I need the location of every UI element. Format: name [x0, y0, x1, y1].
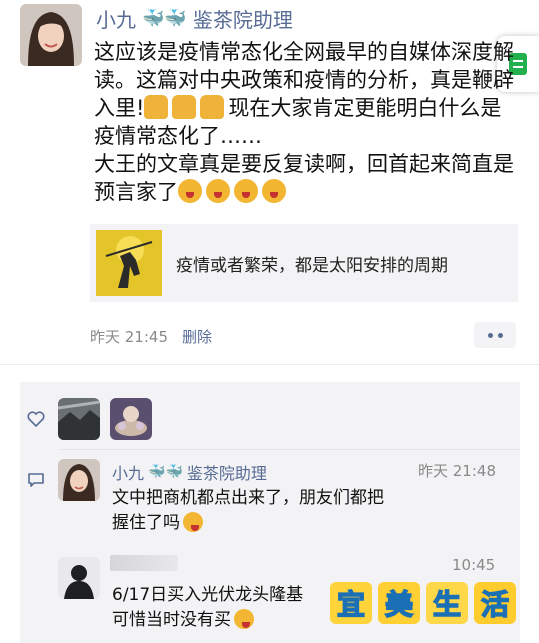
comment-author-redacted — [110, 555, 178, 571]
post-time: 昨天 21:45 — [90, 328, 168, 346]
crying-face-icon — [234, 609, 254, 629]
thumbs-up-icon — [200, 95, 225, 119]
like-avatar[interactable] — [110, 398, 152, 440]
watermark-char: 美 — [378, 582, 420, 624]
post-author-avatar[interactable] — [20, 4, 82, 66]
comment-text-line: 握住了吗 — [112, 511, 384, 536]
shocked-face-icon — [234, 179, 258, 203]
watermark-char: 生 — [426, 582, 468, 624]
post-author-row[interactable]: 小九 🐳🐳 鉴茶院助理 — [96, 4, 293, 32]
post-body: 这应该是疫情常态化全网最早的自媒体深度解读。这篇对中央政策和疫情的分析，真是鞭辟… — [94, 38, 514, 206]
watermark-logo: 宜 美 生 活 — [330, 582, 516, 624]
dot-icon — [497, 332, 503, 338]
comment-text-line: 6/17日买入光伏龙头隆基 — [112, 585, 304, 605]
shocked-face-icon — [178, 179, 202, 203]
comment-icon — [28, 473, 44, 487]
article-title: 疫情或者繁荣，都是太阳安排的周期 — [176, 255, 448, 276]
dot-icon — [487, 332, 493, 338]
thumbs-up-icon — [172, 95, 197, 119]
comment-avatar[interactable] — [58, 459, 100, 501]
post-author-suffix[interactable]: 鉴茶院助理 — [193, 4, 293, 33]
delete-link[interactable]: 删除 — [182, 326, 212, 347]
shocked-face-icon — [206, 179, 230, 203]
comment-author-suffix[interactable]: 鉴茶院助理 — [187, 460, 267, 484]
more-actions-button[interactable] — [474, 322, 516, 348]
comment-author[interactable]: 小九 🐳🐳 鉴茶院助理 — [112, 460, 267, 484]
article-thumbnail — [96, 230, 162, 296]
comment-text-line: 可惜当时没有买 — [112, 608, 303, 633]
comment-avatar[interactable] — [58, 557, 100, 599]
heart-icon — [27, 411, 45, 428]
watermark-char: 宜 — [330, 582, 372, 624]
comment-text-line-2: 握住了吗 — [112, 513, 180, 533]
thumbs-up-icon — [144, 95, 169, 119]
post-author-name[interactable]: 小九 — [96, 4, 136, 33]
like-avatar[interactable] — [58, 398, 100, 440]
smirk-face-icon — [183, 512, 203, 532]
comment-author-name[interactable]: 小九 — [112, 460, 144, 484]
post-paragraph-2: 大王的文章真是要反复读啊，回首起来简直是预言家了 — [94, 150, 514, 206]
comment-text: 6/17日买入光伏龙头隆基 可惜当时没有买 — [112, 583, 303, 633]
comments-divider — [60, 449, 520, 450]
shared-article-card[interactable]: 疫情或者繁荣，都是太阳安排的周期 — [90, 224, 518, 302]
shocked-face-icon — [262, 179, 286, 203]
whale-icon: 🐳🐳 — [148, 464, 183, 480]
post-meta: 昨天 21:45 删除 — [90, 326, 212, 347]
post-paragraph-2-text: 大王的文章真是要反复读啊，回首起来简直是预言家了 — [94, 152, 514, 204]
post-paragraph-1: 这应该是疫情常态化全网最早的自媒体深度解读。这篇对中央政策和疫情的分析，真是鞭辟… — [94, 38, 514, 150]
comment-text-line-2: 可惜当时没有买 — [112, 610, 231, 630]
comment-time: 10:45 — [452, 556, 496, 574]
watermark-char: 活 — [474, 582, 516, 624]
whale-icon: 🐳🐳 — [142, 7, 187, 29]
comment-text: 文中把商机都点出来了，朋友们都把 握住了吗 — [112, 486, 384, 536]
section-divider — [0, 364, 539, 365]
comment-text-line: 文中把商机都点出来了，朋友们都把 — [112, 488, 384, 508]
comment-time: 昨天 21:48 — [418, 462, 496, 480]
